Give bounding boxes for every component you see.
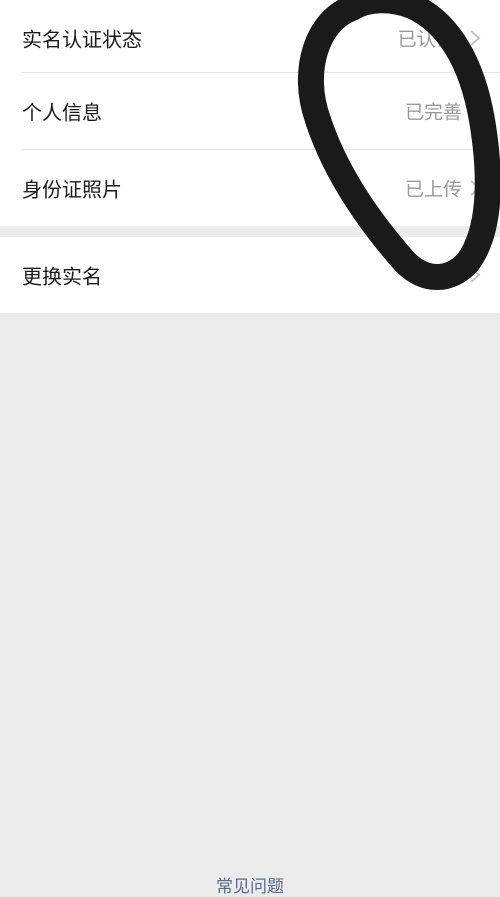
id-photo-value: 已上传 (404, 178, 462, 201)
faq-link[interactable]: 常见问题 (0, 872, 500, 897)
personal-info-label: 个人信息 (22, 100, 102, 125)
chevron-right-icon (470, 30, 481, 46)
id-photo-label: 身份证照片 (22, 177, 122, 202)
row-change-verification[interactable]: 更换实名 (0, 237, 500, 313)
verification-info-group: 实名认证状态 已认证( 个人信息 已完善 身份证照片 已上传 (0, 0, 500, 226)
row-id-photo[interactable]: 身份证照片 已上传 (0, 150, 500, 226)
section-gap (0, 226, 500, 237)
verification-status-value: 已认证( (397, 28, 462, 51)
change-verification-group: 更换实名 (0, 237, 500, 313)
change-verification-label: 更换实名 (22, 264, 102, 289)
row-personal-info[interactable]: 个人信息 已完善 (0, 73, 500, 149)
personal-info-value: 已完善 (404, 101, 462, 124)
verification-status-label: 实名认证状态 (22, 27, 142, 52)
chevron-right-icon (470, 267, 481, 283)
chevron-right-icon (470, 103, 481, 119)
chevron-right-icon (470, 180, 481, 196)
row-verification-status[interactable]: 实名认证状态 已认证( (0, 0, 500, 76)
